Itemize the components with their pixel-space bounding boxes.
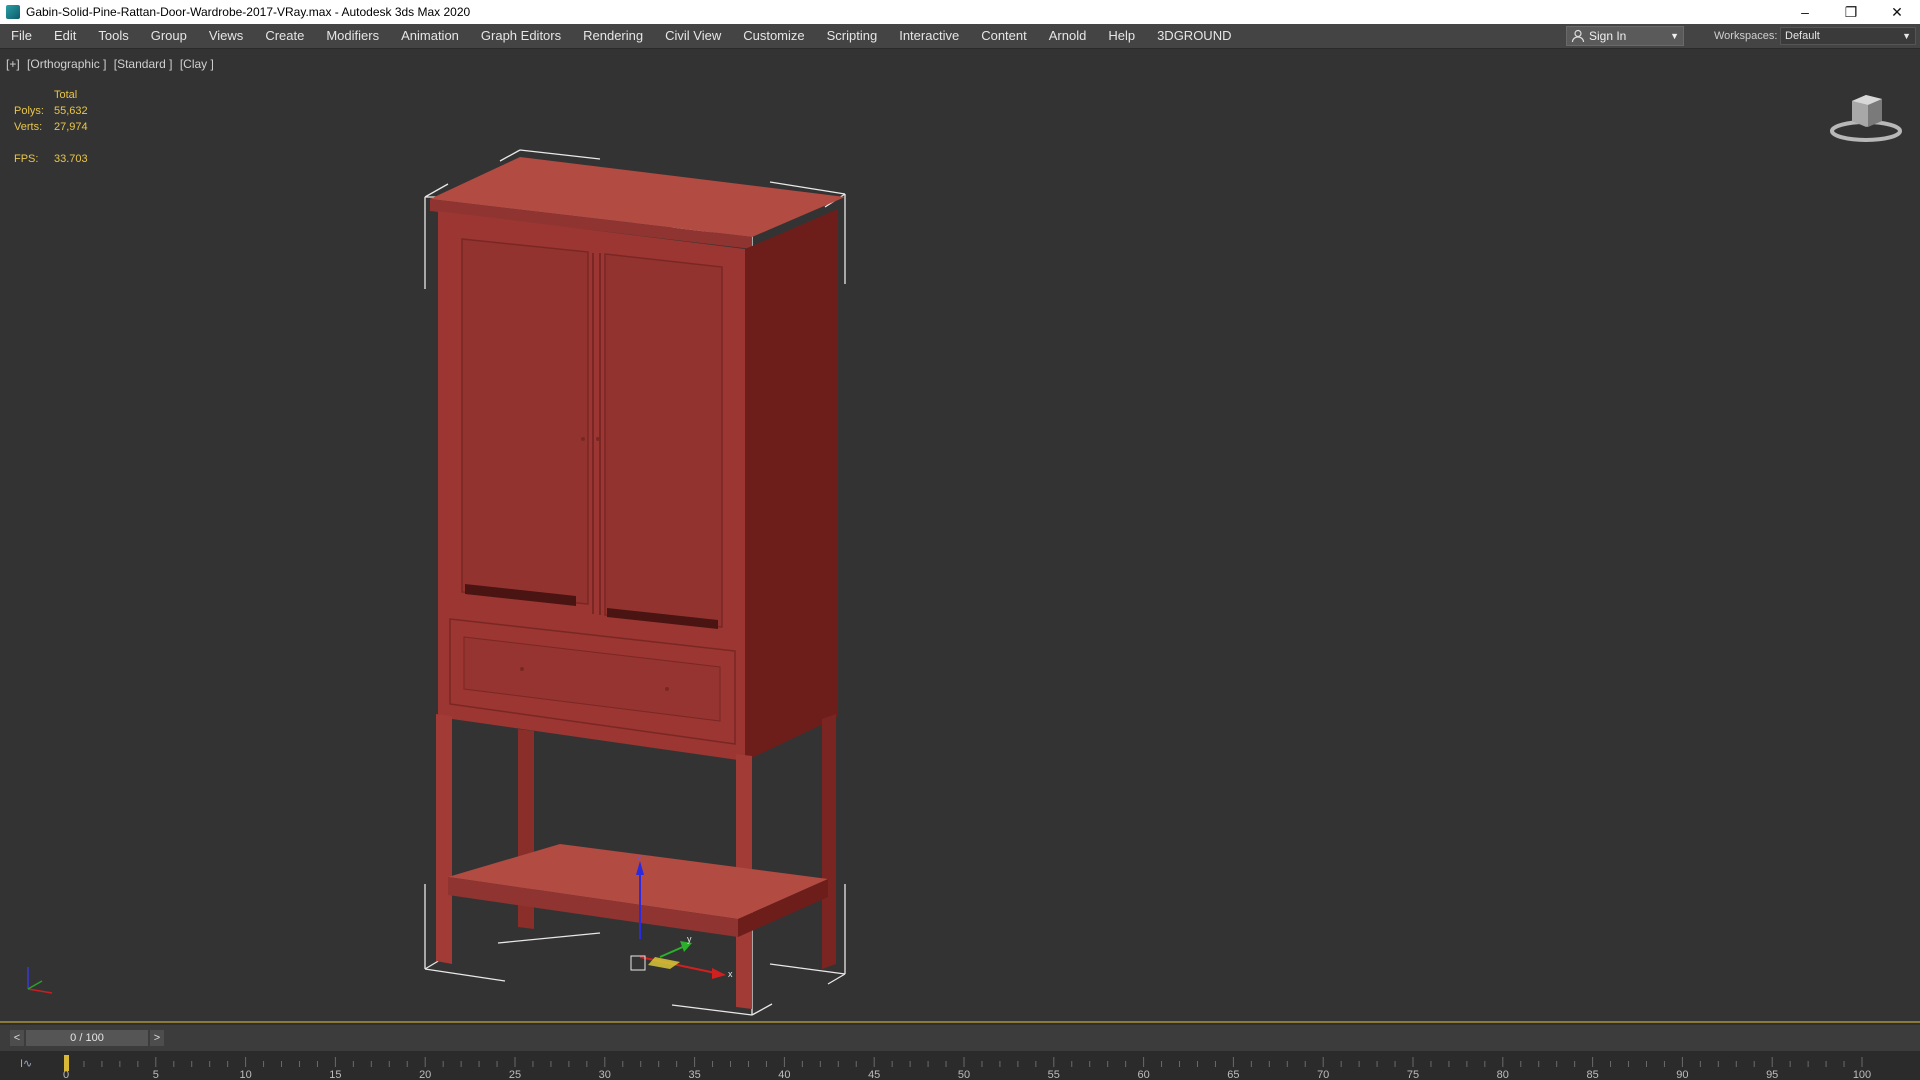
perspective-viewport[interactable]: [+] [Orthographic ] [Standard ] [Clay ] …: [0, 49, 1920, 1023]
timeline-tick-label: 45: [868, 1069, 880, 1080]
menu-bar: File Edit Tools Group Views Create Modif…: [0, 24, 1920, 49]
menu-animation[interactable]: Animation: [390, 24, 470, 48]
menu-civil-view[interactable]: Civil View: [654, 24, 732, 48]
timeline-tick-label: 5: [153, 1069, 159, 1080]
timeline-tick-label: 90: [1676, 1069, 1688, 1080]
window-title: Gabin-Solid-Pine-Rattan-Door-Wardrobe-20…: [26, 5, 471, 19]
previous-frame-button[interactable]: <: [10, 1030, 24, 1046]
chevron-down-icon: ▼: [1670, 31, 1679, 41]
menu-file[interactable]: File: [0, 24, 43, 48]
menu-graph-editors[interactable]: Graph Editors: [470, 24, 572, 48]
timeline-tick-label: 55: [1048, 1069, 1060, 1080]
frame-counter[interactable]: 0 / 100: [26, 1030, 148, 1046]
wardrobe-model[interactable]: z x y: [400, 129, 880, 1029]
sign-in-button[interactable]: Sign In ▼: [1566, 26, 1684, 46]
workspaces-label: Workspaces:: [1714, 30, 1778, 42]
viewport-menu-plus[interactable]: [+]: [6, 57, 20, 71]
timeline-tick-label: 25: [509, 1069, 521, 1080]
sign-in-label: Sign In: [1589, 29, 1627, 43]
menu-modifiers[interactable]: Modifiers: [315, 24, 390, 48]
time-slider[interactable]: < 0 / 100 >: [0, 1025, 1920, 1051]
timeline-tick-label: 30: [599, 1069, 611, 1080]
workspace-value: Default: [1785, 30, 1820, 42]
workspaces-select[interactable]: Default ▼: [1780, 27, 1916, 45]
timeline-tick-label: 80: [1497, 1069, 1509, 1080]
timeline-tick-label: 40: [778, 1069, 790, 1080]
timeline-tick-label: 60: [1137, 1069, 1149, 1080]
timeline-tick-label: 20: [419, 1069, 431, 1080]
menu-arnold[interactable]: Arnold: [1038, 24, 1098, 48]
menu-rendering[interactable]: Rendering: [572, 24, 654, 48]
menu-scripting[interactable]: Scripting: [816, 24, 889, 48]
stats-header: Total: [54, 89, 78, 101]
menu-create[interactable]: Create: [254, 24, 315, 48]
verts-value: 27,974: [54, 121, 88, 133]
app-icon: [6, 5, 20, 19]
timeline-tick-label: 50: [958, 1069, 970, 1080]
menu-tools[interactable]: Tools: [87, 24, 139, 48]
viewport-label: [+] [Orthographic ] [Standard ] [Clay ]: [6, 57, 218, 71]
menu-help[interactable]: Help: [1097, 24, 1146, 48]
gizmo-z-label: z: [637, 852, 642, 862]
timeline-tick-label: 15: [329, 1069, 341, 1080]
track-bar[interactable]: I∿ 0 5 10 15 20 25 30 35 40 45 50 55 60 65 70 75 80 85 90 9…: [0, 1051, 1920, 1080]
timeline-tick-label: 35: [688, 1069, 700, 1080]
title-bar: Gabin-Solid-Pine-Rattan-Door-Wardrobe-20…: [0, 0, 1920, 24]
viewport-shading-standard[interactable]: [Standard ]: [114, 57, 173, 71]
minimize-button[interactable]: –: [1782, 0, 1828, 24]
timeline-tick-label: 75: [1407, 1069, 1419, 1080]
viewport-pov-label[interactable]: [Orthographic ]: [27, 57, 106, 71]
chevron-down-icon: ▼: [1902, 31, 1911, 41]
viewcube[interactable]: [1826, 87, 1906, 147]
current-frame-marker[interactable]: [64, 1055, 69, 1071]
menu-content[interactable]: Content: [970, 24, 1038, 48]
menu-group[interactable]: Group: [140, 24, 198, 48]
restore-button[interactable]: ❐: [1828, 0, 1874, 24]
close-button[interactable]: ✕: [1874, 0, 1920, 24]
timeline-ruler: 0 5 10 15 20 25 30 35 40 45 50 55 60 65 70 75 80 85 90 95 10…: [63, 1055, 1871, 1080]
timeline-tick-label: 65: [1227, 1069, 1239, 1080]
polys-label: Polys:: [14, 105, 44, 117]
menu-customize[interactable]: Customize: [732, 24, 815, 48]
menu-edit[interactable]: Edit: [43, 24, 87, 48]
timeline-tick-label: 10: [239, 1069, 251, 1080]
menu-views[interactable]: Views: [198, 24, 254, 48]
verts-label: Verts:: [14, 121, 43, 133]
next-frame-button[interactable]: >: [150, 1030, 164, 1046]
timeline-tick-label: 70: [1317, 1069, 1329, 1080]
polys-value: 55,632: [54, 105, 88, 117]
timeline-tick-label: 85: [1586, 1069, 1598, 1080]
menu-interactive[interactable]: Interactive: [888, 24, 970, 48]
menu-3dground[interactable]: 3DGROUND: [1146, 24, 1242, 48]
user-icon: [1571, 29, 1585, 43]
gizmo-x-label: x: [728, 969, 733, 979]
axis-tripod-icon: [27, 967, 53, 994]
timeline-tick-label: 95: [1766, 1069, 1778, 1080]
fps-value: 33.703: [54, 153, 88, 165]
fps-label: FPS:: [14, 153, 39, 165]
timeline-tick-label: 100: [1853, 1069, 1871, 1080]
scene-statistics: Total Polys: 55,632 Verts: 27,974 FPS: 33.7…: [14, 87, 88, 167]
viewport-shading-clay[interactable]: [Clay ]: [180, 57, 214, 71]
gizmo-y-label: y: [687, 934, 692, 944]
